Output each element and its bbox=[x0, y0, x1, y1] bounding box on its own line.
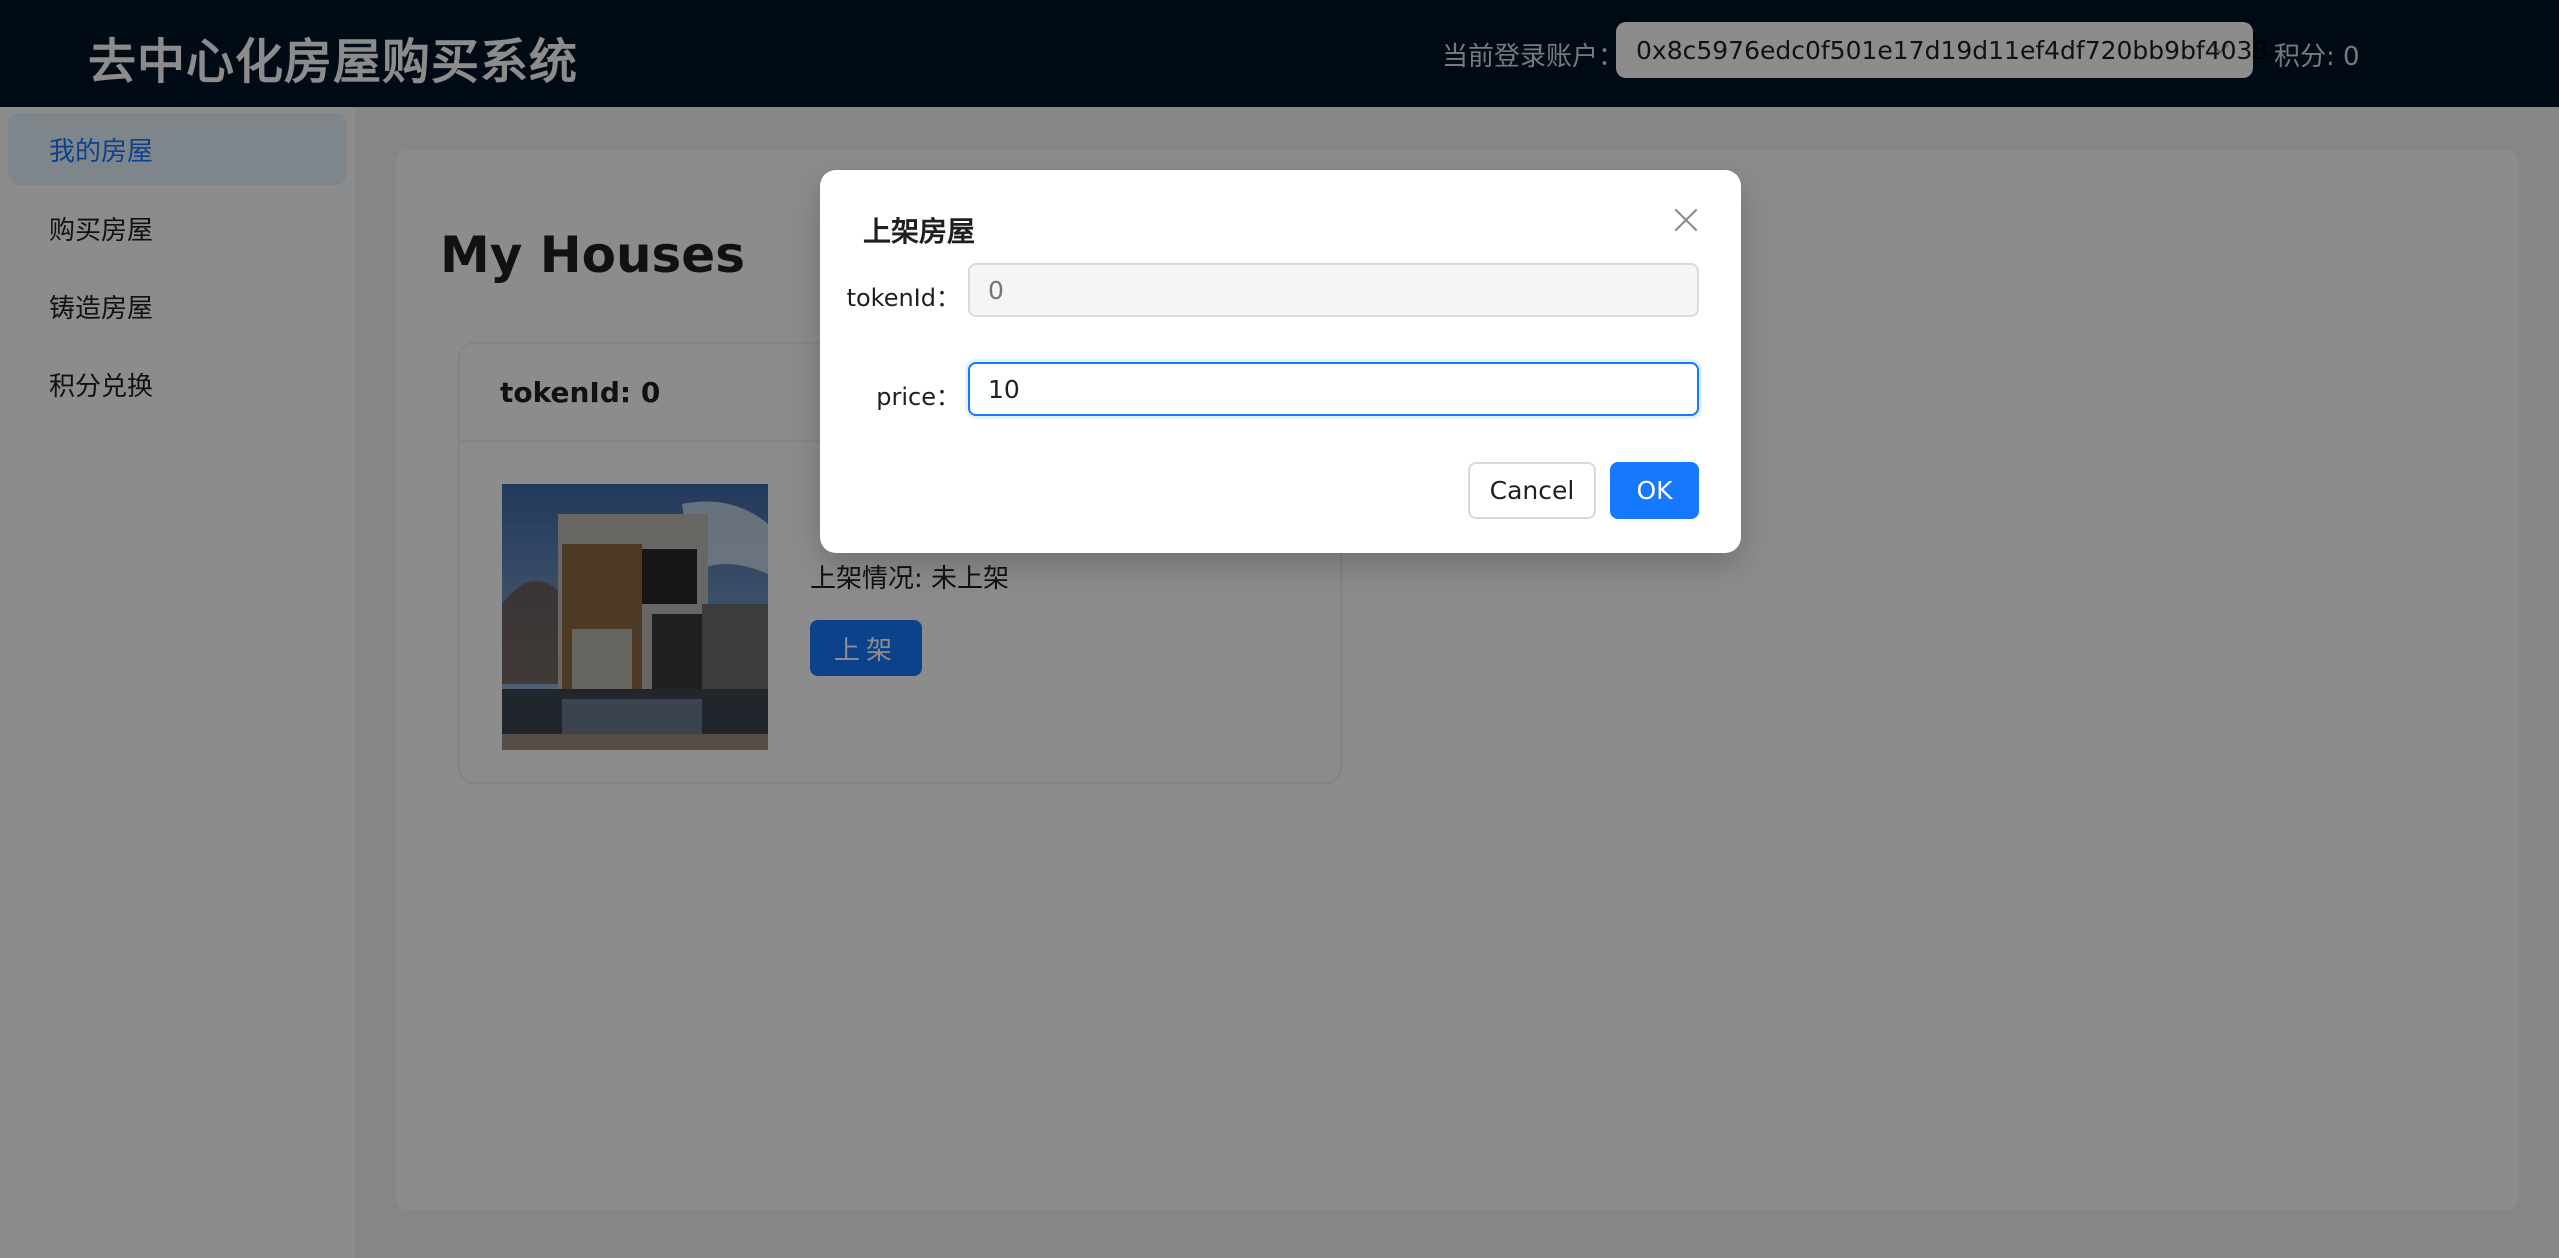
close-icon[interactable] bbox=[1670, 204, 1702, 236]
ok-button[interactable]: OK bbox=[1610, 462, 1699, 519]
price-field[interactable] bbox=[968, 362, 1699, 416]
list-house-modal: 上架房屋 tokenId： price： Cancel OK bbox=[820, 170, 1741, 553]
tokenid-label: tokenId： bbox=[846, 284, 960, 312]
modal-title: 上架房屋 bbox=[863, 215, 976, 248]
tokenid-field[interactable] bbox=[968, 263, 1699, 317]
price-label: price： bbox=[876, 383, 960, 411]
cancel-button[interactable]: Cancel bbox=[1468, 462, 1596, 519]
